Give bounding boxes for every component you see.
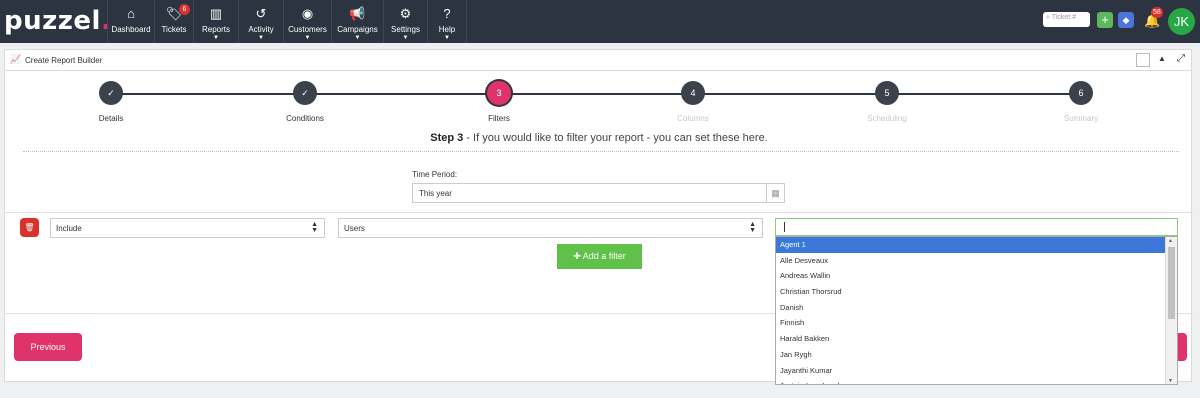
- delete-filter-button[interactable]: 🗑: [20, 218, 39, 237]
- dropdown-option[interactable]: Harald Bakken: [776, 331, 1166, 347]
- step-label: Conditions: [286, 114, 324, 123]
- time-period-input[interactable]: This year ▦: [412, 183, 785, 203]
- nav-label: Help: [438, 25, 456, 34]
- check-icon: ✓: [293, 81, 317, 105]
- nav-tickets[interactable]: 🏷 Tickets 6: [154, 0, 193, 43]
- notification-count-badge: 58: [1151, 7, 1163, 18]
- nav-label: Campaigns: [337, 25, 378, 34]
- collapse-icon[interactable]: ▲: [1158, 54, 1166, 63]
- gear-icon: ⚙: [399, 6, 412, 21]
- nav-campaigns[interactable]: 📢 Campaigns ▼: [331, 0, 383, 43]
- select-arrows-icon: ▲ ▼: [311, 221, 318, 234]
- tag-button[interactable]: ◆: [1118, 12, 1134, 28]
- caret-down-icon: ▼: [444, 35, 450, 41]
- users-dropdown-list[interactable]: Agent 1 Alle Desveaux Andreas Wallin Christ…: [775, 236, 1178, 385]
- nav-label: Customers: [288, 25, 327, 34]
- dropdown-option[interactable]: Jayanthi Kumar: [776, 363, 1166, 379]
- megaphone-icon: 📢: [349, 6, 366, 21]
- main-nav: ⌂ Dashboard 🏷 Tickets 6 ▥ Reports ▼ ↺ Activity ▼ ◉ C…: [107, 0, 467, 43]
- dropdown-option[interactable]: Danish: [776, 300, 1166, 316]
- divider: [5, 212, 1193, 213]
- question-icon: ?: [443, 6, 451, 21]
- dropdown-search-input[interactable]: [775, 218, 1178, 236]
- step-number: 5: [875, 81, 899, 105]
- nav-label: Tickets: [161, 25, 187, 34]
- nav-help[interactable]: ? Help ▼: [427, 0, 467, 43]
- step-label: Summary: [1063, 114, 1099, 123]
- select-arrows-icon: ▲ ▼: [749, 221, 756, 234]
- dropdown-option[interactable]: Christian Thorsrud: [776, 284, 1166, 300]
- text-cursor: [784, 222, 785, 232]
- panel-title: Create Report Builder: [25, 56, 103, 65]
- scroll-down-icon[interactable]: ▼: [1168, 378, 1173, 384]
- caret-down-icon: ▼: [354, 35, 361, 41]
- dropdown-option[interactable]: Andreas Wallin: [776, 268, 1166, 284]
- time-period-label: Time Period:: [412, 170, 458, 179]
- step-number: 4: [681, 81, 705, 105]
- step-number: 3: [487, 81, 511, 105]
- dropdown-option[interactable]: Jan Rygh: [776, 347, 1166, 363]
- nav-activity[interactable]: ↺ Activity ▼: [238, 0, 283, 43]
- nav-reports[interactable]: ▥ Reports ▼: [193, 0, 238, 43]
- logo-u: u: [23, 6, 43, 36]
- ticket-search-input[interactable]: ⌕ Ticket #: [1043, 12, 1090, 27]
- home-icon: ⌂: [127, 6, 135, 21]
- calendar-icon[interactable]: ▦: [766, 184, 784, 202]
- previous-button[interactable]: Previous: [14, 333, 82, 361]
- history-icon: ↺: [255, 6, 267, 21]
- step-label: Columns: [677, 114, 709, 123]
- caret-down-icon: ▼: [258, 35, 264, 41]
- tickets-count-badge: 6: [179, 4, 190, 15]
- add-new-button[interactable]: +: [1097, 12, 1113, 28]
- caret-down-icon: ▼: [304, 35, 311, 41]
- nav-dashboard[interactable]: ⌂ Dashboard: [107, 0, 154, 43]
- nav-customers[interactable]: ◉ Customers ▼: [283, 0, 331, 43]
- divider: [23, 151, 1179, 152]
- nav-label: Settings: [391, 25, 420, 34]
- check-icon: ✓: [99, 81, 123, 105]
- top-navigation-bar: puzzel. ⌂ Dashboard 🏷 Tickets 6 ▥ Reports ▼ ↺ Act…: [0, 0, 1200, 43]
- panel-checkbox[interactable]: [1136, 53, 1150, 67]
- add-filter-button[interactable]: ✚ Add a filter: [557, 244, 642, 269]
- caret-down-icon: ▼: [402, 35, 409, 41]
- include-select[interactable]: Include ▲ ▼: [50, 218, 325, 238]
- step-label: Scheduling: [867, 114, 907, 123]
- line-chart-icon: 📈: [10, 54, 22, 64]
- step-label: Filters: [488, 114, 510, 123]
- user-circle-icon: ◉: [301, 6, 314, 21]
- dropdown-scrollbar[interactable]: ▲ ▼: [1165, 237, 1177, 384]
- scrollbar-thumb[interactable]: [1168, 247, 1175, 319]
- step-number: 6: [1069, 81, 1093, 105]
- step-label: Details: [98, 114, 124, 123]
- dropdown-option[interactable]: Agent 1: [776, 237, 1166, 253]
- caret-down-icon: ▼: [213, 35, 219, 41]
- scroll-up-icon[interactable]: ▲: [1168, 238, 1173, 244]
- bar-chart-icon: ▥: [209, 6, 223, 21]
- wizard-progress-line: [111, 93, 1081, 95]
- filter-field-select[interactable]: Users ▲ ▼: [338, 218, 763, 238]
- expand-icon[interactable]: ⤢: [1177, 53, 1185, 64]
- dropdown-option[interactable]: Jostein Inge Lund: [776, 378, 1166, 384]
- next-button[interactable]: [1177, 333, 1187, 361]
- dropdown-option[interactable]: Alle Desveaux: [776, 253, 1166, 269]
- user-avatar[interactable]: JK: [1168, 8, 1195, 35]
- nav-settings[interactable]: ⚙ Settings ▼: [383, 0, 427, 43]
- nav-label: Dashboard: [111, 25, 151, 34]
- puzzel-logo[interactable]: puzzel.: [4, 6, 111, 36]
- step-instruction: Step 3 - If you would like to filter you…: [430, 132, 768, 144]
- panel-header: 📈 Create Report Builder ▲ ⤢: [5, 50, 1191, 71]
- nav-label: Reports: [201, 25, 230, 34]
- dropdown-option[interactable]: Finnish: [776, 315, 1166, 331]
- nav-label: Activity: [248, 25, 274, 34]
